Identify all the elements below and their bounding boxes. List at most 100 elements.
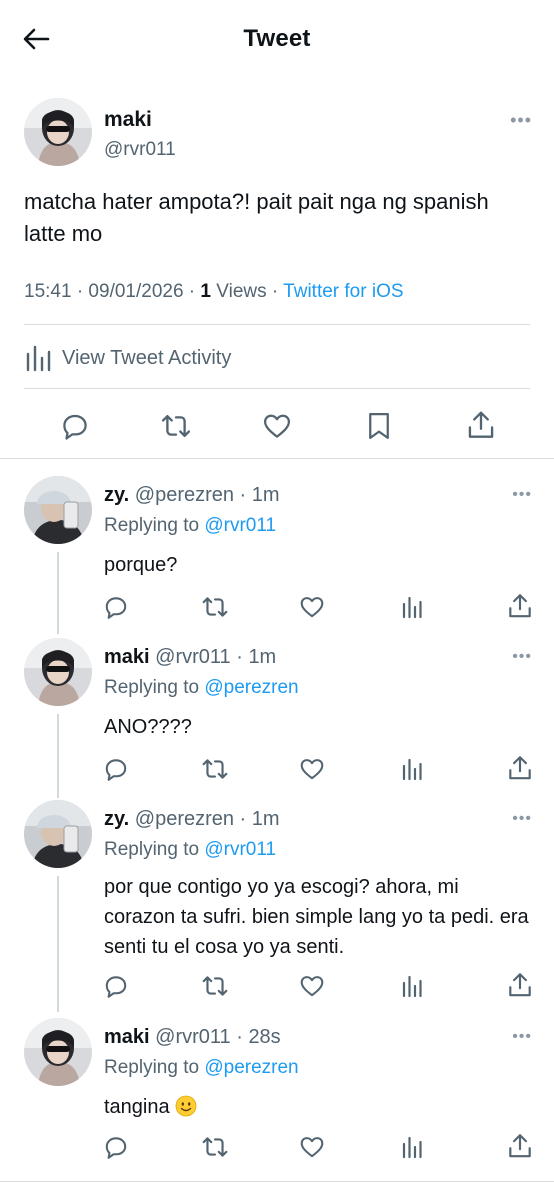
like-button[interactable] <box>298 754 326 784</box>
replying-to-label: Replying to <box>104 515 205 536</box>
reply-author-name[interactable]: zy. <box>104 484 129 506</box>
reply-author-name[interactable]: zy. <box>104 808 129 830</box>
section-divider <box>0 1181 554 1182</box>
share-icon <box>509 1134 531 1158</box>
replying-to-mention[interactable]: @rvr011 <box>204 839 276 860</box>
share-button[interactable] <box>506 752 534 784</box>
share-icon <box>509 594 531 618</box>
retweet-icon <box>202 976 228 996</box>
share-button[interactable] <box>506 590 534 622</box>
reply-button[interactable] <box>102 754 130 784</box>
share-icon <box>509 973 531 997</box>
more-options-icon[interactable]: ••• <box>510 110 532 131</box>
avatar[interactable] <box>24 800 92 868</box>
more-options-icon[interactable]: ••• <box>512 648 532 666</box>
more-options-icon[interactable]: ••• <box>512 1028 532 1046</box>
section-divider <box>0 458 554 459</box>
like-button[interactable] <box>298 1132 326 1162</box>
source-link[interactable]: Twitter for iOS <box>283 281 403 302</box>
more-options-icon[interactable]: ••• <box>512 486 532 504</box>
tweet-meta: 15:41 · 09/01/2026 · 1 Views · Twitter f… <box>24 281 404 303</box>
share-button[interactable] <box>462 405 500 445</box>
reply-author-handle[interactable]: @perezren · 1m <box>135 484 280 506</box>
reply-tweet[interactable]: zy. @perezren · 1m ••• Replying to @rvr0… <box>0 800 554 1015</box>
more-options-icon[interactable]: ••• <box>512 810 532 828</box>
reply-actions <box>0 971 554 1001</box>
retweet-button[interactable] <box>200 1132 230 1162</box>
reply-tweet[interactable]: maki @rvr011 · 28s ••• Replying to @pere… <box>0 1018 554 1188</box>
analytics-button[interactable] <box>398 592 426 622</box>
retweet-icon <box>202 1137 228 1157</box>
views-label: Views · <box>211 281 284 302</box>
avatar[interactable] <box>24 476 92 544</box>
reply-actions <box>0 1132 554 1162</box>
replying-to-label: Replying to <box>104 1057 205 1078</box>
reply-author-name[interactable]: maki <box>104 646 150 668</box>
tweet-text: matcha hater ampota?! pait pait nga ng s… <box>24 189 489 246</box>
reply-text: tangina <box>104 1096 176 1118</box>
slightly-smiling-face-emoji <box>175 1095 197 1117</box>
retweet-button[interactable] <box>200 754 230 784</box>
replying-to-label: Replying to <box>104 677 205 698</box>
bookmark-button[interactable] <box>360 407 398 445</box>
replying-to-mention[interactable]: @rvr011 <box>204 515 276 536</box>
reply-header: maki @rvr011 · 28s <box>104 1026 281 1049</box>
avatar[interactable] <box>24 98 92 166</box>
reply-author-name[interactable]: maki <box>104 1026 150 1048</box>
analytics-icon <box>402 758 422 781</box>
replying-to-label: Replying to <box>104 839 205 860</box>
analytics-button[interactable] <box>398 754 426 784</box>
avatar[interactable] <box>24 638 92 706</box>
like-button[interactable] <box>298 971 326 1001</box>
replying-to-mention[interactable]: @perezren <box>204 1057 298 1078</box>
replying-to: Replying to @perezren <box>104 1057 299 1079</box>
retweet-icon <box>202 759 228 779</box>
replying-to-mention[interactable]: @perezren <box>204 677 298 698</box>
like-button[interactable] <box>298 592 326 622</box>
bookmark-icon <box>369 413 389 439</box>
retweet-icon <box>161 414 191 438</box>
view-activity-button[interactable]: View Tweet Activity <box>24 338 231 378</box>
reply-author-handle[interactable]: @perezren · 1m <box>135 808 280 830</box>
views-count: 1 <box>200 281 211 302</box>
page-title: Tweet <box>243 25 311 52</box>
divider <box>24 324 530 325</box>
share-button[interactable] <box>506 1130 534 1162</box>
like-button[interactable] <box>258 407 296 445</box>
retweet-button[interactable] <box>200 971 230 1001</box>
analytics-button[interactable] <box>398 1132 426 1162</box>
analytics-icon <box>26 345 51 372</box>
reply-author-handle[interactable]: @rvr011 · 1m <box>155 646 276 668</box>
reply-text: ANO???? <box>104 716 192 738</box>
reply-tweet[interactable]: maki @rvr011 · 1m ••• Replying to @perez… <box>0 638 554 798</box>
analytics-icon <box>402 975 422 998</box>
author-name[interactable]: maki <box>104 108 152 132</box>
author-handle[interactable]: @rvr011 <box>104 139 176 161</box>
replying-to: Replying to @perezren <box>104 677 299 699</box>
reply-button[interactable] <box>102 1132 130 1162</box>
reply-icon <box>105 976 127 998</box>
retweet-button[interactable] <box>156 407 196 445</box>
like-icon <box>300 597 324 618</box>
share-icon <box>509 756 531 780</box>
retweet-button[interactable] <box>200 592 230 622</box>
avatar[interactable] <box>24 1018 92 1086</box>
reply-button[interactable] <box>102 971 130 1001</box>
analytics-icon <box>402 596 422 619</box>
reply-header: maki @rvr011 · 1m <box>104 646 276 669</box>
reply-button[interactable] <box>56 407 94 445</box>
reply-tweet[interactable]: zy. @perezren · 1m ••• Replying to @rvr0… <box>0 476 554 636</box>
header: Tweet <box>0 0 554 80</box>
like-icon <box>264 414 290 438</box>
reply-text: porque? <box>104 554 178 576</box>
reply-button[interactable] <box>102 592 130 622</box>
share-icon <box>468 411 494 438</box>
share-button[interactable] <box>506 969 534 1001</box>
reply-text-container: tangina <box>104 1092 534 1122</box>
replying-to: Replying to @rvr011 <box>104 515 276 537</box>
reply-author-handle[interactable]: @rvr011 · 28s <box>155 1026 281 1048</box>
analytics-button[interactable] <box>398 971 426 1001</box>
reply-header: zy. @perezren · 1m <box>104 808 280 831</box>
view-activity-label: View Tweet Activity <box>62 346 232 369</box>
tweet-actions <box>0 405 554 445</box>
